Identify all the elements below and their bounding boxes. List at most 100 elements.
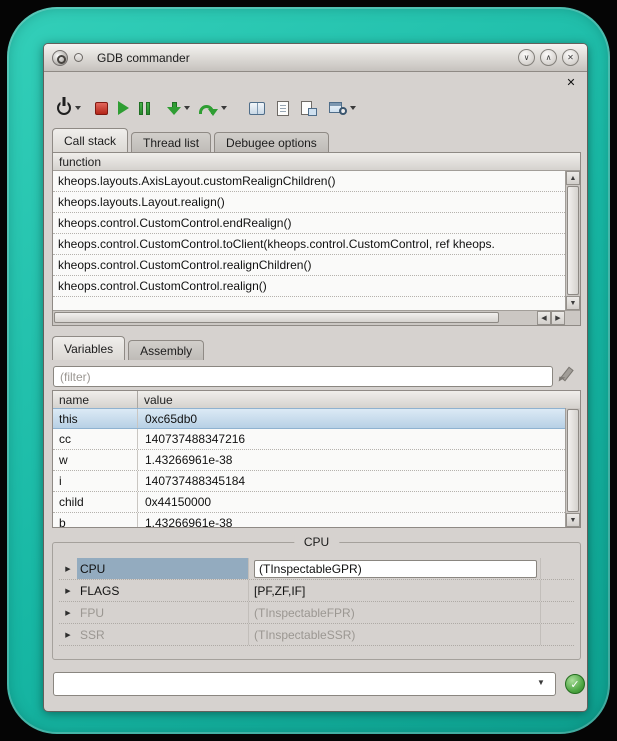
command-combobox[interactable] [53, 672, 556, 696]
name-column-header[interactable]: name [53, 391, 138, 408]
step-over-icon [199, 105, 214, 114]
scroll-left-icon[interactable]: ◀ [537, 311, 551, 325]
expander-icon[interactable]: ▶ [59, 558, 77, 579]
stop-button[interactable] [95, 95, 108, 121]
check-icon: ✓ [570, 678, 579, 691]
scrollbar-corner [565, 310, 580, 325]
cpu-row[interactable]: ▶ CPU (TInspectableGPR) [59, 558, 574, 580]
call-stack-row[interactable]: kheops.control.CustomControl.realign() [53, 276, 565, 297]
call-stack-row[interactable]: kheops.control.CustomControl.toClient(kh… [53, 234, 565, 255]
doc-browser-button[interactable] [249, 95, 265, 121]
minimize-button[interactable]: ∨ [518, 49, 535, 66]
call-stack-vscrollbar[interactable]: ▲ ▼ [565, 171, 580, 310]
stop-icon [95, 102, 108, 115]
continue-button[interactable] [118, 95, 129, 121]
tab-thread-list[interactable]: Thread list [131, 132, 211, 152]
document-window-icon [301, 101, 317, 116]
row-filler [541, 602, 574, 623]
tab-variables[interactable]: Variables [52, 336, 125, 360]
variable-row[interactable]: cc 140737488347216 [53, 429, 565, 450]
filter-input[interactable] [53, 366, 553, 387]
dock-close-button[interactable]: ✕ [564, 75, 578, 89]
expander-icon[interactable]: ▶ [59, 580, 77, 601]
value-column-header[interactable]: value [138, 393, 580, 407]
cpu-row[interactable]: ▶ SSR (TInspectableSSR) [59, 624, 574, 646]
hscroll-thumb[interactable] [54, 312, 499, 323]
variable-row[interactable]: b 1.43266961e-38 [53, 513, 565, 527]
inspect-tabbar: Variables Assembly [52, 336, 207, 360]
gdb-commander-window: GDB commander ∨ ∧ ✕ ✕ [43, 43, 588, 712]
variable-row[interactable]: i 140737488345184 [53, 471, 565, 492]
variable-row[interactable]: w 1.43266961e-38 [53, 450, 565, 471]
register-group-name[interactable]: CPU [77, 558, 249, 579]
combo-dropdown-icon[interactable]: ▼ [537, 678, 545, 687]
step-over-dropdown-icon[interactable] [221, 106, 227, 110]
variable-row[interactable]: this 0xc65db0 [53, 408, 565, 429]
tab-assembly[interactable]: Assembly [128, 340, 204, 360]
function-column-header[interactable]: function [53, 155, 101, 169]
variables-vscrollbar[interactable]: ▼ [565, 408, 580, 527]
expander-icon[interactable]: ▶ [59, 602, 77, 623]
maximize-button[interactable]: ∧ [540, 49, 557, 66]
call-stack-row[interactable]: kheops.control.CustomControl.realignChil… [53, 255, 565, 276]
minimize-icon: ∨ [524, 53, 530, 62]
pause-button[interactable] [139, 95, 150, 121]
variable-name: this [53, 409, 138, 428]
window-title: GDB commander [97, 51, 190, 65]
register-value-editor[interactable]: (TInspectableGPR) [254, 560, 537, 578]
register-group-name[interactable]: FLAGS [77, 580, 249, 601]
close-button[interactable]: ✕ [562, 49, 579, 66]
call-stack-panel: function kheops.layouts.AxisLayout.custo… [52, 152, 581, 326]
variables-panel: name value this 0xc65db0 cc 140737488347… [52, 390, 581, 528]
scroll-right-icon[interactable]: ▶ [551, 311, 565, 325]
run-dropdown-icon[interactable] [75, 106, 81, 110]
variable-value: 140737488345184 [138, 471, 565, 491]
debug-toolbar [57, 92, 356, 124]
variable-value: 0x44150000 [138, 492, 565, 512]
variable-value: 1.43266961e-38 [138, 513, 565, 527]
row-filler [541, 558, 574, 579]
window-controls: ∨ ∧ ✕ [518, 49, 579, 66]
call-stack-row[interactable]: kheops.layouts.AxisLayout.customRealignC… [53, 171, 565, 192]
register-group-name[interactable]: SSR [77, 624, 249, 645]
document-icon [277, 101, 289, 116]
filter-wand-icon[interactable] [558, 367, 573, 382]
inspect-dropdown-icon[interactable] [350, 106, 356, 110]
titlebar[interactable]: GDB commander ∨ ∧ ✕ [44, 44, 587, 72]
step-into-button[interactable] [167, 95, 181, 121]
call-stack-hscrollbar[interactable]: ◀ ▶ [53, 310, 565, 325]
pause-icon [139, 102, 150, 115]
expander-icon[interactable]: ▶ [59, 624, 77, 645]
scroll-down-icon[interactable]: ▼ [566, 296, 580, 310]
maximize-icon: ∧ [546, 53, 552, 62]
scroll-up-icon[interactable]: ▲ [566, 171, 580, 185]
row-filler [541, 580, 574, 601]
confirm-button[interactable]: ✓ [565, 674, 585, 694]
step-over-button[interactable] [199, 95, 214, 121]
call-stack-row[interactable]: kheops.layouts.Layout.realign() [53, 192, 565, 213]
eval-window-button[interactable] [301, 95, 317, 121]
source-list-button[interactable] [277, 95, 289, 121]
register-group-name[interactable]: FPU [77, 602, 249, 623]
variable-value: 1.43266961e-38 [138, 450, 565, 470]
call-stack-row[interactable]: kheops.control.CustomControl.endRealign(… [53, 213, 565, 234]
tab-debugee-options[interactable]: Debugee options [214, 132, 329, 152]
run-power-button[interactable] [57, 95, 71, 121]
variables-header[interactable]: name value [53, 391, 580, 409]
variable-row[interactable]: child 0x44150000 [53, 492, 565, 513]
scroll-down-icon[interactable]: ▼ [566, 513, 580, 527]
cpu-row[interactable]: ▶ FPU (TInspectableFPR) [59, 602, 574, 624]
variable-value: 140737488347216 [138, 429, 565, 449]
tab-call-stack[interactable]: Call stack [52, 128, 128, 152]
step-into-dropdown-icon[interactable] [184, 106, 190, 110]
cpu-row[interactable]: ▶ FLAGS [PF,ZF,IF] [59, 580, 574, 602]
variable-value: 0xc65db0 [138, 409, 565, 428]
register-group-value: [PF,ZF,IF] [249, 580, 541, 601]
play-icon [118, 101, 129, 115]
vscroll-thumb[interactable] [567, 409, 579, 512]
cpu-groupbox: CPU ▶ CPU (TInspectableGPR) ▶ FLAGS [PF,… [52, 542, 581, 660]
vscroll-thumb[interactable] [567, 186, 579, 295]
call-stack-header[interactable]: function [53, 153, 580, 171]
inspect-button[interactable] [329, 95, 347, 121]
window-menu-icon[interactable] [74, 53, 83, 62]
